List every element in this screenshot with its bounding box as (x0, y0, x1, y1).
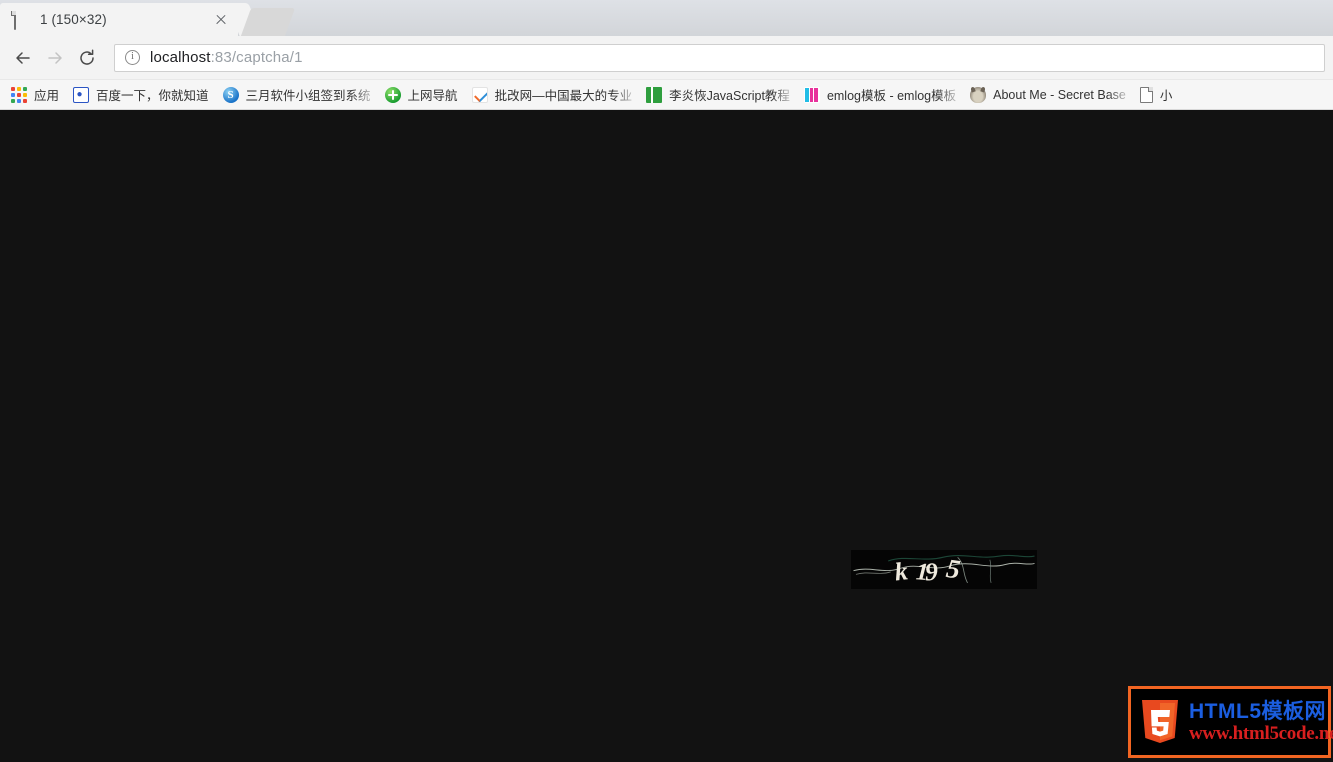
bookmark-javascript-tutorial[interactable]: 李炎恢JavaScript教程 (639, 82, 797, 107)
captcha-image[interactable]: k 1 9 5 (851, 550, 1037, 589)
bookmark-label: 李炎恢JavaScript教程 (669, 89, 790, 103)
arrow-right-icon (45, 48, 65, 68)
green-plus-favicon (384, 86, 401, 103)
close-icon[interactable] (212, 11, 230, 29)
watermark-text: HTML5模板网 www.html5code.net (1189, 701, 1333, 743)
reload-icon (77, 48, 97, 68)
emlog-favicon (803, 86, 820, 103)
bookmark-label: 百度一下，你就知道 (96, 89, 209, 103)
address-bar[interactable]: localhost:83/captcha/1 (114, 43, 1325, 72)
url-path: :83/captcha/1 (210, 49, 303, 66)
bookmark-emlog[interactable]: emlog模板 - emlog模板 (797, 82, 964, 107)
baidu-favicon: ● (73, 86, 90, 103)
back-button[interactable] (8, 43, 38, 73)
bookmark-about-me[interactable]: About Me - Secret Base (963, 82, 1133, 107)
tab-strip: 1 (150×32) (0, 0, 1333, 36)
bookmark-overflow-item[interactable]: 小 (1133, 83, 1180, 107)
tab-captcha[interactable]: 1 (150×32) (0, 3, 238, 36)
bookmark-label: 小 (1159, 89, 1173, 103)
bookmark-apps[interactable]: 应用 (4, 83, 66, 107)
url-host: localhost (150, 49, 211, 66)
bookmark-label: emlog模板 - emlog模板 (826, 89, 957, 103)
bookmark-label: 应用 (34, 89, 60, 103)
bookmark-label: 批改网—中国最大的专业 (494, 89, 633, 103)
forward-button[interactable] (40, 43, 70, 73)
bookmark-sanyue[interactable]: S 三月软件小组签到系统 (216, 82, 378, 107)
reload-button[interactable] (72, 43, 102, 73)
bookmark-label: 三月软件小组签到系统 (245, 89, 371, 103)
bookmark-pigai[interactable]: 批改网—中国最大的专业 (465, 82, 640, 107)
blue-s-favicon: S (222, 86, 239, 103)
captcha-container: k 1 9 5 (851, 550, 1037, 589)
watermark-title: HTML5模板网 (1189, 700, 1326, 723)
apps-grid-icon (11, 86, 27, 103)
paw-glyph: ● (76, 89, 83, 100)
browser-toolbar: localhost:83/captcha/1 (0, 36, 1333, 80)
browser-window: 1 (150×32) i localhost:83/captcha/1 应用 ●… (0, 0, 1333, 762)
totoro-favicon (970, 86, 987, 103)
info-circle-icon[interactable] (125, 50, 140, 65)
page-viewport: k 1 9 5 HTML5模板网 www.html5code.net (0, 110, 1333, 762)
site-watermark: HTML5模板网 www.html5code.net (1128, 686, 1333, 758)
document-icon (14, 10, 30, 30)
bookmarks-bar: 应用 ● 百度一下，你就知道 S 三月软件小组签到系统 上网导航 批改网—中国最… (0, 80, 1333, 110)
html5-shield-logo (1139, 698, 1181, 746)
bookmark-label: About Me - Secret Base (993, 87, 1126, 102)
document-icon (1139, 86, 1153, 103)
bookmark-label: 上网导航 (407, 89, 458, 103)
tab-title: 1 (150×32) (40, 12, 107, 27)
new-tab-button[interactable] (240, 8, 296, 36)
arrow-left-icon (13, 48, 33, 68)
green-book-favicon (646, 86, 663, 103)
bookmark-baidu[interactable]: ● 百度一下，你就知道 (66, 83, 216, 107)
bookmark-navigation[interactable]: 上网导航 (378, 83, 465, 107)
check-favicon (471, 86, 488, 103)
watermark-url: www.html5code.net (1189, 723, 1333, 744)
captcha-char-3: 9 (924, 557, 939, 586)
url-text: localhost:83/captcha/1 (150, 49, 303, 66)
